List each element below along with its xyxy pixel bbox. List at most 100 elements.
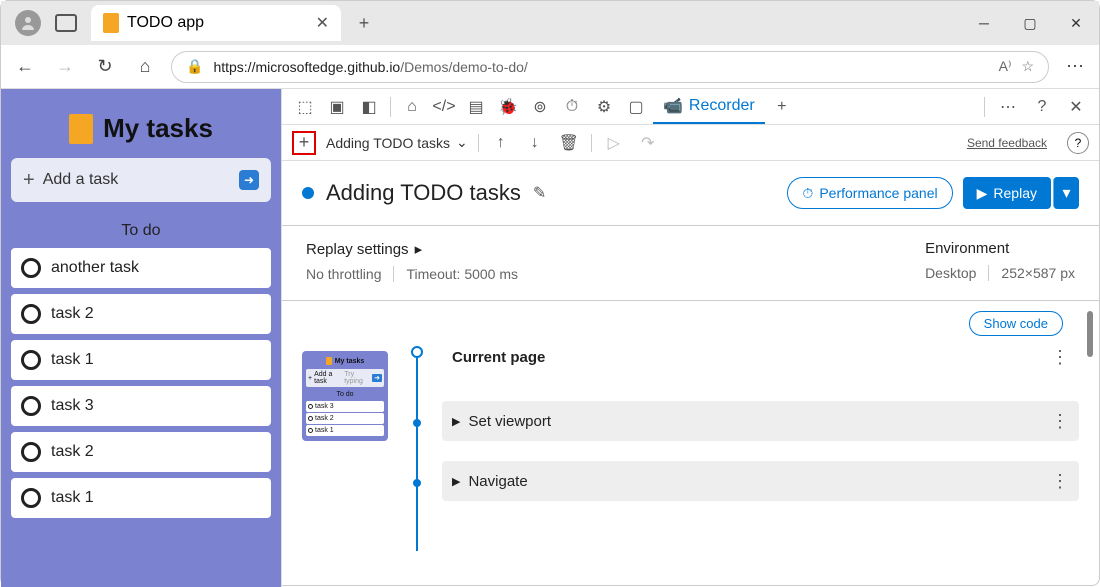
- close-tab-icon[interactable]: ✕: [316, 13, 329, 33]
- replay-label: Replay: [993, 185, 1037, 201]
- task-label: task 2: [51, 305, 94, 323]
- task-label: task 1: [51, 489, 94, 507]
- add-tab-button[interactable]: +: [767, 92, 797, 122]
- perf-panel-label: Performance panel: [819, 185, 937, 201]
- edit-title-icon[interactable]: ✎: [533, 183, 546, 203]
- recorder-tab-label: Recorder: [689, 97, 755, 115]
- scrollbar[interactable]: [1087, 311, 1093, 357]
- play-icon: ▶: [977, 185, 988, 202]
- step-icon[interactable]: ↷: [636, 131, 660, 155]
- step-menu-icon[interactable]: ⋮: [1051, 471, 1069, 492]
- workspaces-icon[interactable]: [55, 14, 77, 32]
- new-recording-button[interactable]: +: [292, 131, 316, 155]
- step-label: Navigate: [468, 473, 527, 490]
- recording-header: Adding TODO tasks ✎ ⏱ Performance panel …: [282, 161, 1099, 226]
- task-label: task 2: [51, 443, 94, 461]
- throttling-value: No throttling: [306, 266, 381, 282]
- read-aloud-icon[interactable]: A⁾: [999, 58, 1012, 75]
- help-icon[interactable]: ?: [1027, 92, 1057, 122]
- home-button[interactable]: ⌂: [131, 53, 159, 81]
- address-bar: ← → ↻ ⌂ 🔒 https://microsoftedge.github.i…: [1, 45, 1099, 89]
- recording-selector[interactable]: Adding TODO tasks ⌄: [326, 134, 468, 151]
- window-titlebar: TODO app ✕ + ─ ▢ ✕: [1, 1, 1099, 45]
- devtools-panel: ⬚ ▣ ◧ ⌂ </> ▤ 🐞 ⊚ ⏱ ⚙ ▢ 📹 Recorder + ⋯ ?…: [281, 89, 1099, 587]
- step-navigate[interactable]: ▶ Navigate ⋮: [442, 461, 1079, 501]
- task-label: another task: [51, 259, 139, 277]
- recording-indicator-icon: [302, 187, 314, 199]
- task-item[interactable]: task 1: [11, 478, 271, 518]
- refresh-button[interactable]: ↻: [91, 53, 119, 81]
- expand-icon: ▶: [452, 415, 460, 428]
- inspect-icon[interactable]: ⬚: [290, 92, 320, 122]
- import-icon[interactable]: ↓: [523, 131, 547, 155]
- checkbox-icon[interactable]: [21, 258, 41, 278]
- checkbox-icon[interactable]: [21, 304, 41, 324]
- devtools-tabstrip: ⬚ ▣ ◧ ⌂ </> ▤ 🐞 ⊚ ⏱ ⚙ ▢ 📹 Recorder + ⋯ ?…: [282, 89, 1099, 125]
- delete-icon[interactable]: 🗑: [557, 131, 581, 155]
- tab-title: TODO app: [127, 14, 204, 32]
- sources-tab-icon[interactable]: 🐞: [493, 92, 523, 122]
- device-icon[interactable]: ▣: [322, 92, 352, 122]
- memory-tab-icon[interactable]: ⚙: [589, 92, 619, 122]
- recorder-toolbar: + Adding TODO tasks ⌄ ↑ ↓ 🗑 ▷ ↷ Send fee…: [282, 125, 1099, 161]
- env-device: Desktop: [925, 265, 976, 281]
- play-icon[interactable]: ▷: [602, 131, 626, 155]
- app-title-row: My tasks: [11, 99, 271, 158]
- export-icon[interactable]: ↑: [489, 131, 513, 155]
- chevron-down-icon: ⌄: [456, 134, 468, 151]
- checkbox-icon[interactable]: [21, 488, 41, 508]
- task-item[interactable]: task 3: [11, 386, 271, 426]
- welcome-tab-icon[interactable]: ⌂: [397, 92, 427, 122]
- step-menu-icon[interactable]: ⋮: [1051, 347, 1069, 368]
- task-item[interactable]: task 2: [11, 294, 271, 334]
- task-item[interactable]: another task: [11, 248, 271, 288]
- replay-button[interactable]: ▶ Replay: [963, 177, 1051, 209]
- camera-icon: 📹: [663, 96, 683, 116]
- browser-tab[interactable]: TODO app ✕: [91, 5, 341, 41]
- timeout-value: Timeout: 5000 ms: [393, 266, 518, 282]
- new-tab-button[interactable]: +: [349, 8, 379, 38]
- dock-icon[interactable]: ◧: [354, 92, 384, 122]
- show-code-button[interactable]: Show code: [969, 311, 1063, 336]
- recording-name: Adding TODO tasks: [326, 135, 450, 151]
- elements-tab-icon[interactable]: </>: [429, 92, 459, 122]
- back-button[interactable]: ←: [11, 53, 39, 81]
- checkbox-icon[interactable]: [21, 350, 41, 370]
- network-tab-icon[interactable]: ⊚: [525, 92, 555, 122]
- task-item[interactable]: task 2: [11, 432, 271, 472]
- step-current-page[interactable]: Current page ⋮: [442, 337, 1079, 377]
- url-host: https://microsoftedge.github.io: [213, 59, 400, 75]
- url-path: /Demos/demo-to-do/: [400, 59, 528, 75]
- maximize-button[interactable]: ▢: [1007, 1, 1053, 45]
- profile-icon[interactable]: [15, 10, 41, 36]
- task-item[interactable]: task 1: [11, 340, 271, 380]
- close-window-button[interactable]: ✕: [1053, 1, 1099, 45]
- url-field[interactable]: 🔒 https://microsoftedge.github.io/Demos/…: [171, 51, 1049, 83]
- more-button[interactable]: ⋯: [1061, 53, 1089, 81]
- checkbox-icon[interactable]: [21, 442, 41, 462]
- recorder-tab[interactable]: 📹 Recorder: [653, 90, 765, 124]
- recording-steps: Show code My tasks +Add a taskTry typing…: [282, 301, 1099, 587]
- checkbox-icon[interactable]: [21, 396, 41, 416]
- send-feedback-link[interactable]: Send feedback: [967, 136, 1047, 150]
- replay-dropdown[interactable]: ▾: [1053, 177, 1079, 209]
- application-tab-icon[interactable]: ▢: [621, 92, 651, 122]
- toolbar-help-icon[interactable]: ?: [1067, 132, 1089, 154]
- performance-panel-button[interactable]: ⏱ Performance panel: [787, 177, 952, 209]
- env-size: 252×587 px: [988, 265, 1075, 281]
- step-label: Current page: [452, 349, 545, 366]
- minimize-button[interactable]: ─: [961, 1, 1007, 45]
- favorite-icon[interactable]: ☆: [1021, 58, 1034, 75]
- submit-task-icon[interactable]: ➜: [239, 170, 259, 190]
- clipboard-icon: [69, 114, 93, 144]
- step-set-viewport[interactable]: ▶ Set viewport ⋮: [442, 401, 1079, 441]
- step-menu-icon[interactable]: ⋮: [1051, 411, 1069, 432]
- more-tools-icon[interactable]: ⋯: [993, 92, 1023, 122]
- replay-settings-label[interactable]: Replay settings ▸: [306, 240, 518, 258]
- plus-icon: +: [23, 169, 35, 192]
- tab-favicon: [103, 13, 119, 33]
- performance-tab-icon[interactable]: ⏱: [557, 92, 587, 122]
- add-task-input[interactable]: + Add a task ➜: [11, 158, 271, 202]
- console-tab-icon[interactable]: ▤: [461, 92, 491, 122]
- close-devtools-icon[interactable]: ✕: [1061, 92, 1091, 122]
